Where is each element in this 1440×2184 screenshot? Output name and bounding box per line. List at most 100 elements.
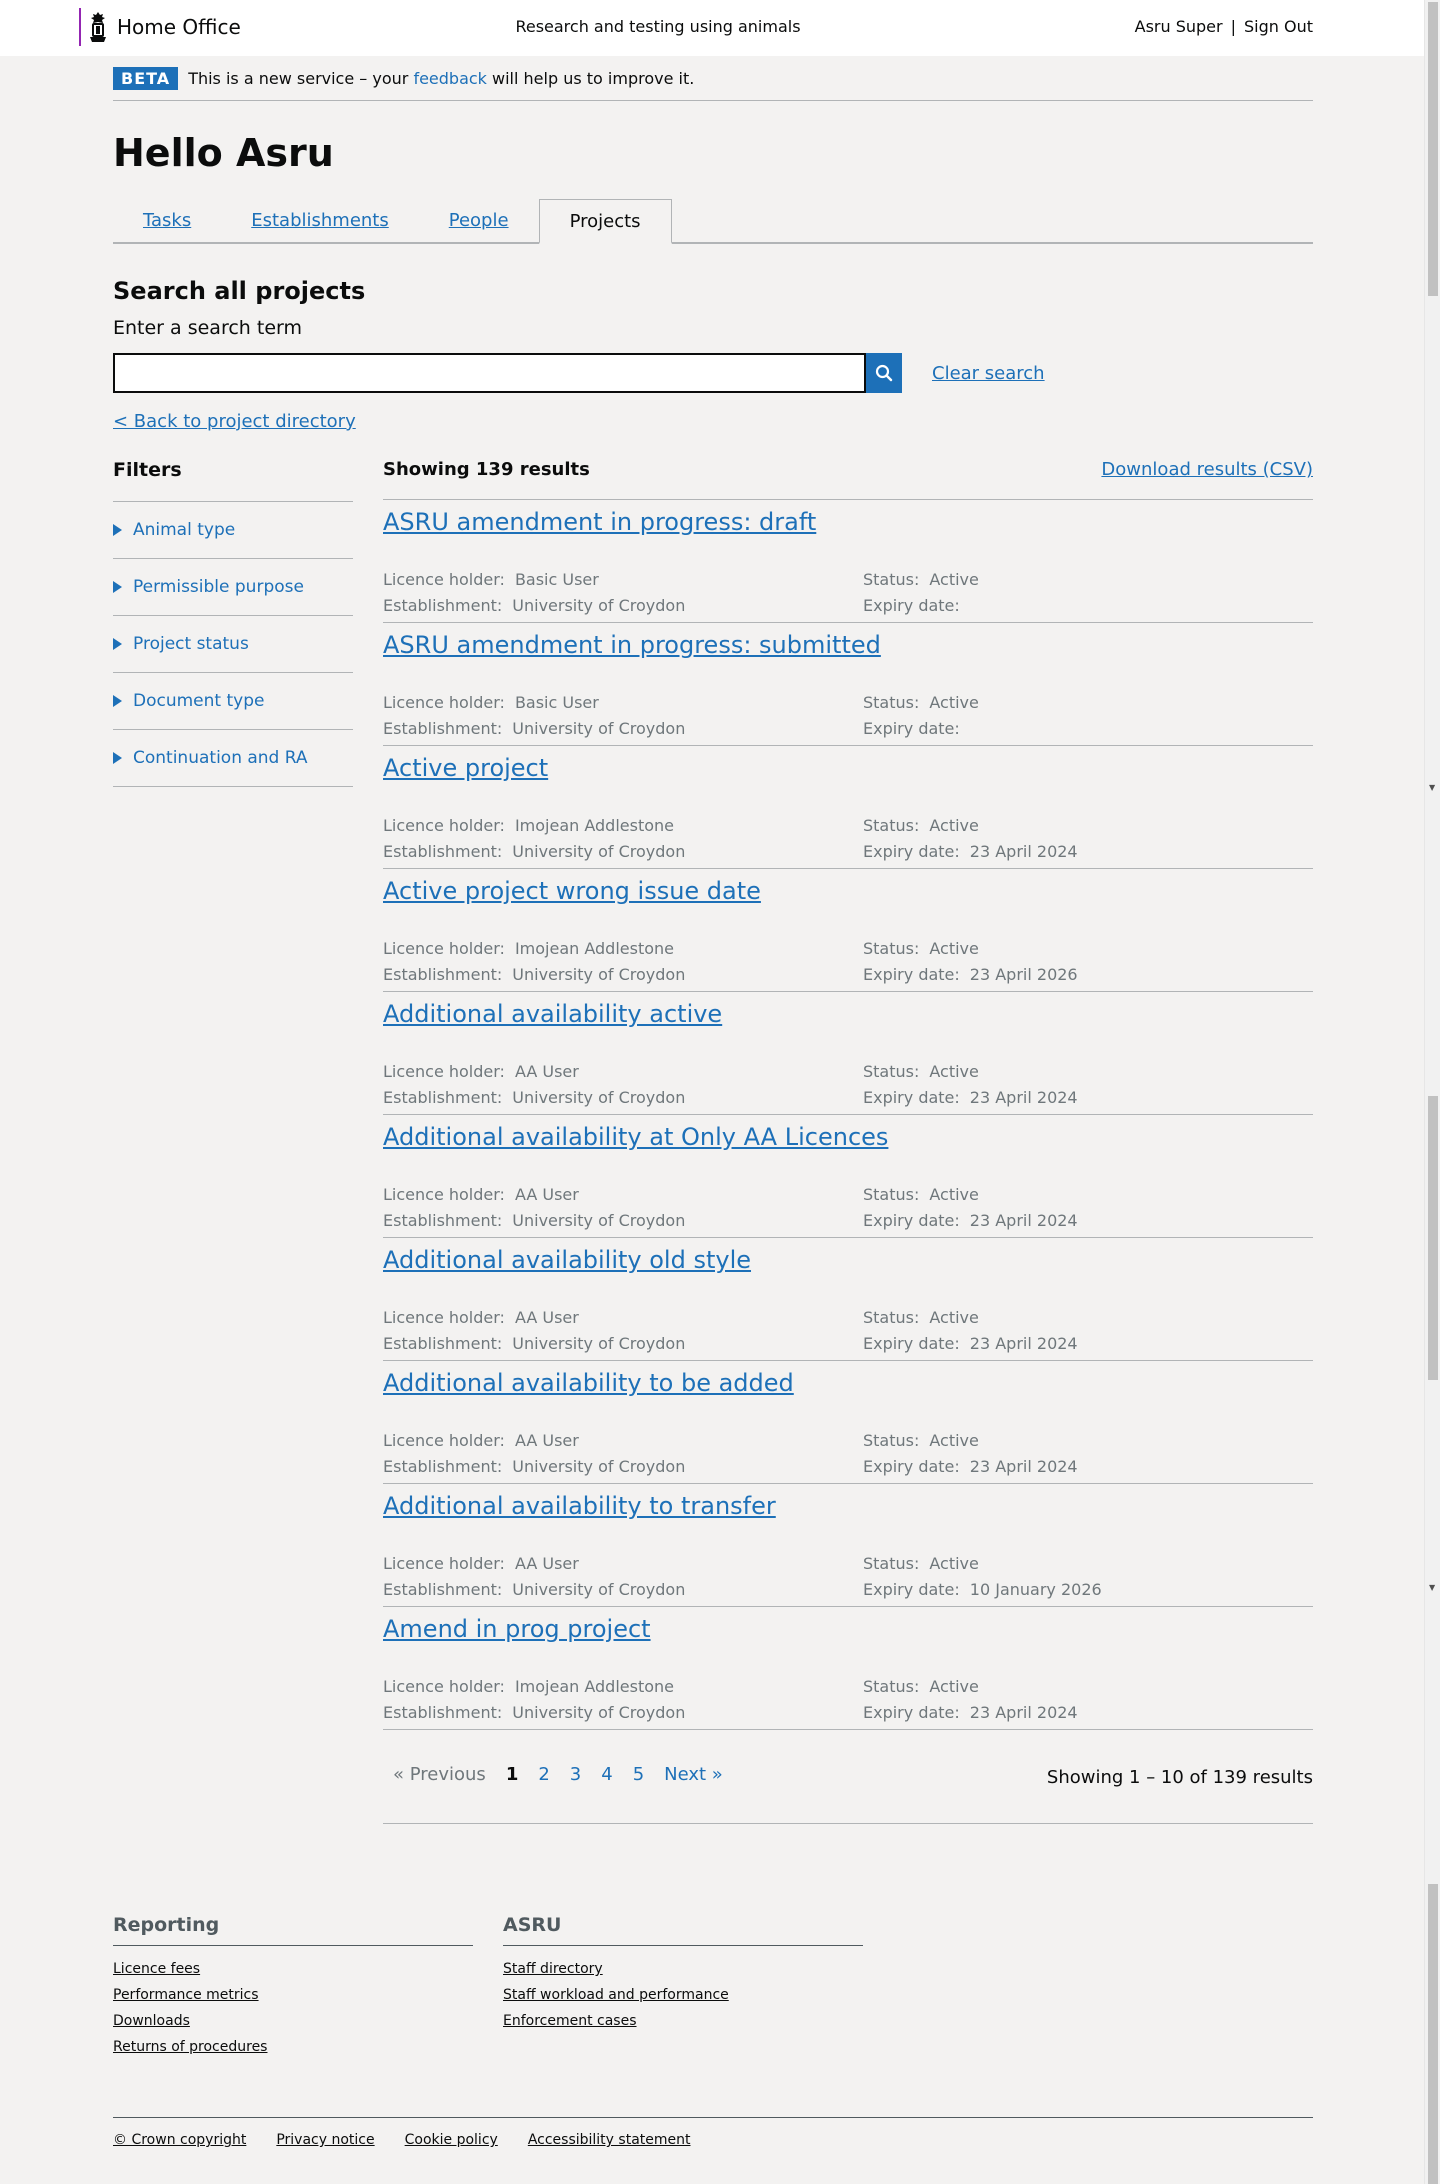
expiry-value: 23 April 2024 [969, 1457, 1078, 1476]
expiry-label: Expiry date: [863, 965, 960, 984]
result-licence-holder: Licence holder: Basic User [383, 693, 599, 712]
scroll-down-arrow-icon-2[interactable]: ▼ [1429, 1584, 1435, 1592]
establishment-value: University of Croydon [512, 965, 686, 984]
footer-link-cookie-policy[interactable]: Cookie policy [405, 2132, 498, 2148]
filter-label: Permissible purpose [133, 577, 304, 597]
footer-link-staff-directory[interactable]: Staff directory [503, 1956, 863, 1982]
result-title-link[interactable]: Additional availability to transfer [383, 1492, 776, 1520]
tab-people[interactable]: People [419, 199, 539, 242]
result-expiry: Expiry date: [863, 719, 970, 738]
tab-tasks[interactable]: Tasks [113, 199, 221, 242]
result-expiry: Expiry date: 23 April 2024 [863, 1703, 1078, 1722]
scrollbar-thumb[interactable] [1428, 2, 1438, 296]
footer-link-enforcement-cases[interactable]: Enforcement cases [503, 2008, 863, 2034]
establishment-value: University of Croydon [512, 1580, 686, 1599]
pagination-pages: « Previous 1 2 3 4 5 Next » [393, 1764, 743, 1785]
licence-holder-label: Licence holder: [383, 693, 505, 712]
pagination-page-5[interactable]: 5 [633, 1764, 644, 1785]
footer-link-accessibility-statement[interactable]: Accessibility statement [528, 2132, 691, 2148]
result-licence-holder: Licence holder: AA User [383, 1554, 579, 1573]
status-value: Active [929, 1308, 979, 1327]
footer-link-returns-of-procedures[interactable]: Returns of procedures [113, 2034, 473, 2060]
sign-out-link[interactable]: Sign Out [1244, 17, 1313, 36]
filter-animal-type[interactable]: Animal type [113, 502, 353, 559]
result-title-link[interactable]: Active project [383, 754, 548, 782]
result-item: Additional availability to transfer Licen… [383, 1484, 1313, 1607]
page-scrollbar[interactable]: ▼ ▼ [1424, 0, 1440, 2184]
result-status: Status: Active [863, 1554, 979, 1573]
result-status: Status: Active [863, 693, 979, 712]
licence-holder-value: Imojean Addlestone [514, 939, 674, 958]
status-value: Active [929, 939, 979, 958]
establishment-label: Establishment: [383, 965, 503, 984]
tab-projects[interactable]: Projects [538, 199, 672, 244]
pagination-next[interactable]: Next » [664, 1764, 723, 1785]
result-item: Active project Licence holder: Imojean Add… [383, 746, 1313, 869]
result-title-link[interactable]: ASRU amendment in progress: submitted [383, 631, 881, 659]
expiry-label: Expiry date: [863, 1580, 960, 1599]
status-label: Status: [863, 693, 920, 712]
scroll-down-arrow-icon[interactable]: ▼ [1429, 784, 1435, 792]
pagination-summary: Showing 1 – 10 of 139 results [1046, 1767, 1313, 1788]
result-title-link[interactable]: Active project wrong issue date [383, 877, 761, 905]
result-title-link[interactable]: Amend in prog project [383, 1615, 651, 1643]
result-title-link[interactable]: Additional availability to be added [383, 1369, 794, 1397]
results-panel: Showing 139 results Download results (CS… [383, 456, 1313, 1730]
page-title: Hello Asru [113, 131, 334, 175]
pagination-page-4[interactable]: 4 [601, 1764, 612, 1785]
result-title-link[interactable]: Additional availability old style [383, 1246, 751, 1274]
footer-link-performance-metrics[interactable]: Performance metrics [113, 1982, 473, 2008]
footer-link-staff-workload[interactable]: Staff workload and performance [503, 1982, 863, 2008]
tab-establishments[interactable]: Establishments [221, 199, 419, 242]
result-title-link[interactable]: Additional availability at Only AA Licen… [383, 1123, 888, 1151]
filter-permissible-purpose[interactable]: Permissible purpose [113, 559, 353, 616]
establishment-label: Establishment: [383, 1088, 503, 1107]
user-name-link[interactable]: Asru Super [1135, 17, 1223, 36]
pagination-previous: « Previous [393, 1764, 486, 1785]
expiry-label: Expiry date: [863, 1703, 960, 1722]
scrollbar-thumb-secondary[interactable] [1428, 1096, 1438, 1380]
filter-project-status[interactable]: Project status [113, 616, 353, 673]
result-status: Status: Active [863, 939, 979, 958]
filter-continuation-and-ra[interactable]: Continuation and RA [113, 730, 353, 787]
status-label: Status: [863, 1431, 920, 1450]
expiry-value: 23 April 2026 [969, 965, 1078, 984]
service-name[interactable]: Research and testing using animals [0, 17, 1316, 36]
result-establishment: Establishment: University of Croydon [383, 1457, 685, 1476]
footer-link-licence-fees[interactable]: Licence fees [113, 1956, 473, 1982]
result-expiry: Expiry date: 23 April 2024 [863, 1334, 1078, 1353]
result-title-link[interactable]: ASRU amendment in progress: draft [383, 508, 816, 536]
search-input[interactable] [113, 353, 866, 393]
status-label: Status: [863, 570, 920, 589]
pagination-page-3[interactable]: 3 [570, 1764, 581, 1785]
licence-holder-value: Basic User [514, 693, 599, 712]
feedback-link[interactable]: feedback [413, 69, 487, 88]
status-label: Status: [863, 1062, 920, 1081]
scrollbar-thumb-tertiary[interactable] [1428, 1884, 1438, 2184]
footer-link-crown-copyright[interactable]: © Crown copyright [113, 2132, 246, 2148]
result-status: Status: Active [863, 570, 979, 589]
download-csv-link[interactable]: Download results (CSV) [1101, 456, 1313, 484]
search-button[interactable] [866, 353, 902, 393]
result-status: Status: Active [863, 1677, 979, 1696]
result-status: Status: Active [863, 1308, 979, 1327]
filter-document-type[interactable]: Document type [113, 673, 353, 730]
expiry-label: Expiry date: [863, 842, 960, 861]
back-to-project-directory-link[interactable]: < Back to project directory [113, 411, 356, 437]
result-status: Status: Active [863, 816, 979, 835]
filter-label: Animal type [133, 520, 236, 540]
status-value: Active [929, 1677, 979, 1696]
result-status: Status: Active [863, 1185, 979, 1204]
expiry-label: Expiry date: [863, 1211, 960, 1230]
footer-link-privacy-notice[interactable]: Privacy notice [276, 2132, 374, 2148]
result-title-link[interactable]: Additional availability active [383, 1000, 722, 1028]
result-item: Amend in prog project Licence holder: Imoj… [383, 1607, 1313, 1730]
result-expiry: Expiry date: 23 April 2026 [863, 965, 1078, 984]
footer-link-downloads[interactable]: Downloads [113, 2008, 473, 2034]
result-item: Additional availability at Only AA Licen… [383, 1115, 1313, 1238]
pagination-page-2[interactable]: 2 [538, 1764, 549, 1785]
result-licence-holder: Licence holder: Imojean Addlestone [383, 1677, 674, 1696]
result-item: ASRU amendment in progress: draft Licence… [383, 500, 1313, 623]
clear-search-link[interactable]: Clear search [932, 363, 1045, 384]
result-licence-holder: Licence holder: Imojean Addlestone [383, 816, 674, 835]
